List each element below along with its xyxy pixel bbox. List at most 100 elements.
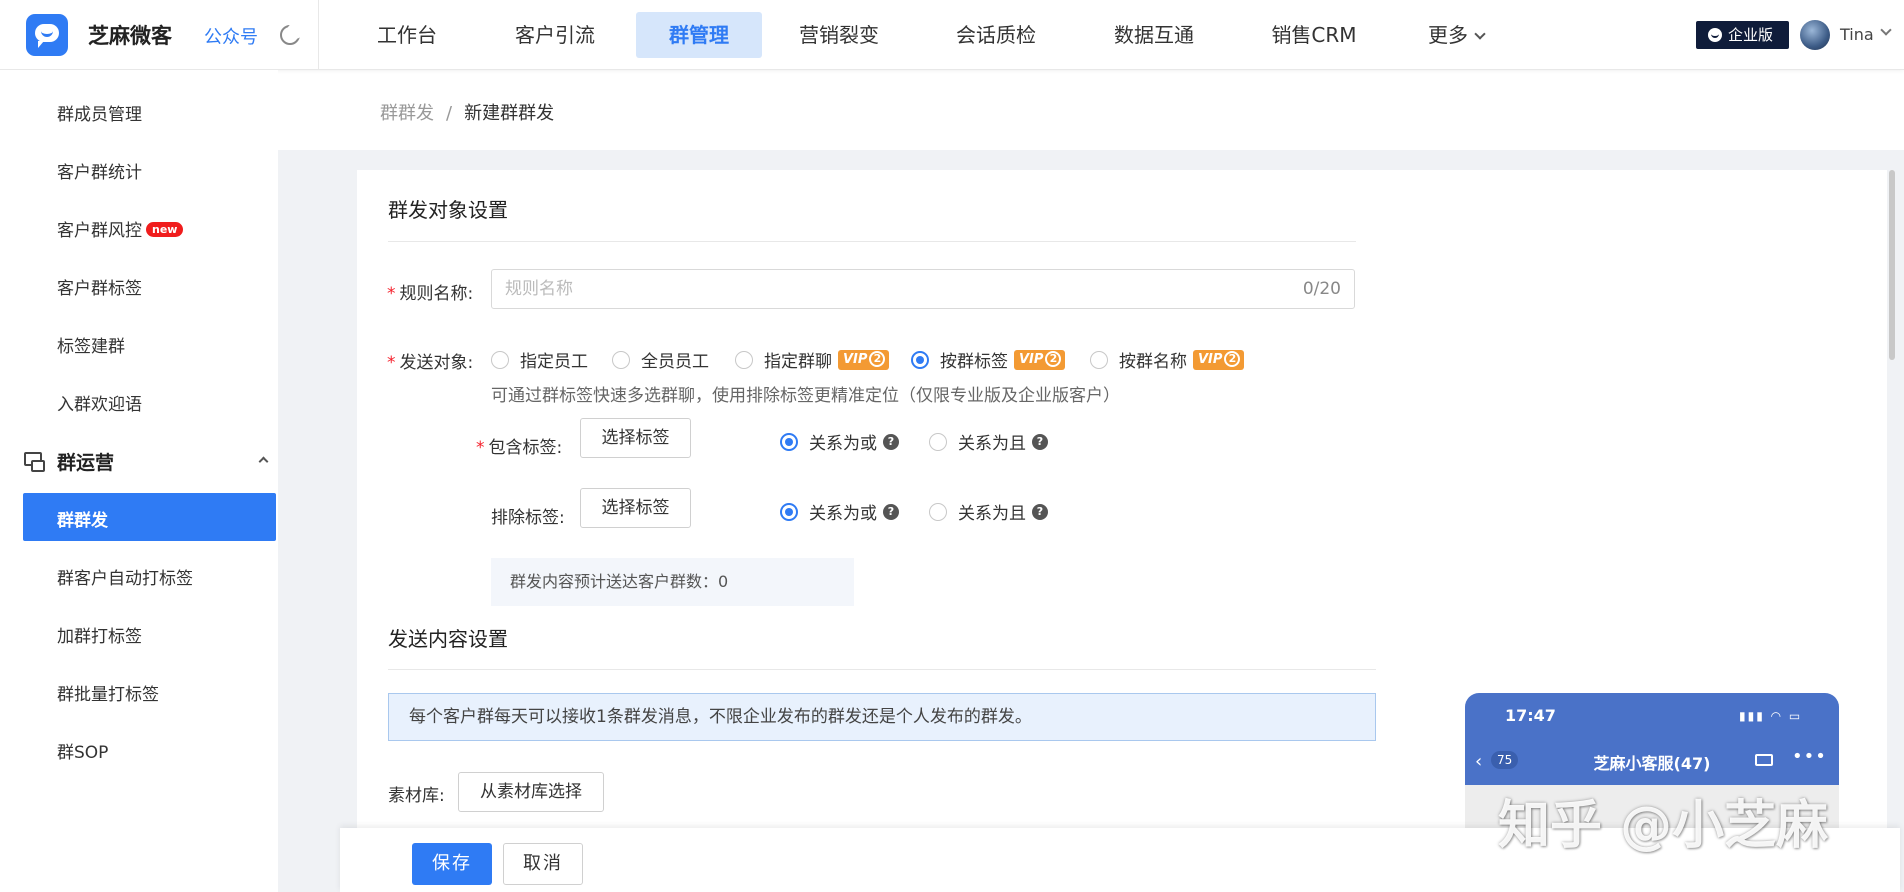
phone-status-icons: ▮▮▮ ◠ ▭	[1739, 709, 1803, 723]
material-select-button[interactable]: 从素材库选择	[458, 772, 604, 812]
vip-badge: VIP 2	[1193, 349, 1245, 370]
rule-name-input[interactable]: 规则名称 0/20	[491, 269, 1355, 309]
material-label: 素材库:	[388, 786, 445, 806]
question-icon[interactable]: ?	[1032, 503, 1048, 520]
divider	[388, 669, 1376, 670]
chevron-up-icon	[258, 456, 269, 467]
sidebar-item-group-members[interactable]: 群成员管理	[57, 100, 142, 125]
edition-badge[interactable]: 企业版	[1696, 21, 1789, 49]
sidebar-item-label: 群群发	[57, 511, 108, 531]
edition-badge-label: 企业版	[1728, 26, 1774, 44]
breadcrumb-current: 新建群群发	[464, 103, 555, 124]
radio-button[interactable]	[1090, 350, 1108, 369]
top-bar: 芝麻微客 公众号 工作台 客户引流 群管理 营销裂变 会话质检 数据互通 销售C…	[0, 0, 1904, 70]
option-label: 全员员工	[641, 352, 709, 372]
sidebar-item-group-tags[interactable]: 客户群标签	[57, 274, 142, 299]
include-select-tag-button[interactable]: 选择标签	[580, 418, 691, 458]
phone-time: 17:47	[1505, 706, 1556, 725]
target-option-by-group-tag[interactable]: 按群标签 VIP 2	[911, 347, 1066, 372]
breadcrumb-parent[interactable]: 群群发	[380, 103, 434, 124]
nav-group-management[interactable]: 群管理	[636, 12, 762, 58]
sidebar-group-label: 群运营	[57, 452, 115, 474]
watermark: 知乎 @小芝麻	[1498, 796, 1829, 856]
radio-button-selected[interactable]	[780, 502, 798, 521]
vip-badge: VIP 2	[1014, 349, 1066, 370]
dark-mode-moon-icon[interactable]	[280, 23, 303, 45]
sidebar-item-auto-tag[interactable]: 群客户自动打标签	[57, 564, 193, 589]
sidebar-item-tag-build-group[interactable]: 标签建群	[57, 332, 125, 357]
sidebar-item-welcome-message[interactable]: 入群欢迎语	[57, 390, 142, 415]
sidebar-item-join-tag[interactable]: 加群打标签	[57, 622, 142, 647]
sidebar-group-operations[interactable]: 群运营	[24, 448, 274, 474]
option-label: 指定群聊	[764, 352, 832, 372]
divider	[318, 0, 319, 70]
question-icon[interactable]: ?	[883, 433, 899, 450]
radio-button-selected[interactable]	[780, 432, 798, 451]
chat-title: 芝麻小客服(47)	[1593, 754, 1711, 773]
notice-banner: 每个客户群每天可以接收1条群发消息，不限企业发布的群发还是个人发布的群发。	[388, 693, 1376, 741]
nav-more-label: 更多	[1428, 23, 1468, 47]
include-relation-or[interactable]: 关系为或?	[780, 429, 899, 454]
exclude-relation-and[interactable]: 关系为且?	[929, 499, 1048, 524]
more-dots-icon: •••	[1792, 746, 1827, 767]
new-badge: new	[146, 222, 184, 237]
option-label: 关系为或	[809, 504, 877, 524]
exclude-relation-or[interactable]: 关系为或?	[780, 499, 899, 524]
section-title-content: 发送内容设置	[388, 627, 508, 651]
sidebar-item-group-risk[interactable]: 客户群风控 new	[57, 216, 184, 241]
include-relation-and[interactable]: 关系为且?	[929, 429, 1048, 454]
question-icon[interactable]: ?	[1032, 433, 1048, 450]
option-label: 关系为或	[809, 434, 877, 454]
cancel-button[interactable]: 取消	[503, 843, 583, 885]
sidebar-item-batch-tag[interactable]: 群批量打标签	[57, 680, 159, 705]
char-counter: 0/20	[1302, 279, 1341, 299]
target-option-by-group-name[interactable]: 按群名称 VIP 2	[1090, 347, 1245, 372]
breadcrumb-separator: /	[446, 103, 453, 124]
vip-badge: VIP 2	[838, 349, 890, 370]
sidebar-item-group-sop[interactable]: 群SOP	[57, 738, 108, 763]
target-hint: 可通过群标签快速多选群聊，使用排除标签更精准定位（仅限专业版及企业版客户）	[491, 386, 1120, 406]
nav-session-qc[interactable]: 会话质检	[916, 12, 1076, 58]
radio-button-selected[interactable]	[911, 350, 929, 369]
exclude-select-tag-button[interactable]: 选择标签	[580, 488, 691, 528]
nav-customer-acquisition[interactable]: 客户引流	[474, 12, 636, 58]
brand-name: 芝麻微客	[88, 24, 172, 48]
option-label: 指定员工	[520, 352, 588, 372]
radio-button[interactable]	[612, 350, 630, 369]
official-account-link[interactable]: 公众号	[204, 23, 258, 49]
option-label: 按群标签	[940, 352, 1008, 372]
chevron-down-icon[interactable]	[1880, 24, 1892, 36]
user-avatar[interactable]	[1800, 20, 1830, 50]
radio-button[interactable]	[929, 432, 947, 451]
target-option-all-staff[interactable]: 全员员工	[612, 347, 709, 372]
radio-button[interactable]	[491, 350, 509, 369]
question-icon[interactable]: ?	[883, 503, 899, 520]
divider	[388, 241, 1356, 242]
nav-more[interactable]: 更多	[1396, 12, 1516, 58]
option-label: 关系为且	[958, 504, 1026, 524]
target-label: * 发送对象:	[387, 353, 474, 373]
nav-data-sync[interactable]: 数据互通	[1076, 12, 1232, 58]
target-option-specified-groups[interactable]: 指定群聊 VIP 2	[735, 347, 890, 372]
rule-name-label: * 规则名称:	[387, 284, 474, 304]
chat-bubble-icon	[1708, 28, 1722, 42]
breadcrumb: 群群发 / 新建群群发	[380, 99, 554, 125]
phone-chat-header: ‹ 75 芝麻小客服(47) •••	[1465, 735, 1839, 785]
option-label: 关系为且	[958, 434, 1026, 454]
section-title-target: 群发对象设置	[388, 198, 508, 222]
brand-logo-icon[interactable]	[26, 14, 68, 56]
video-call-icon	[1755, 754, 1773, 766]
radio-button[interactable]	[735, 350, 753, 369]
scrollbar[interactable]	[1889, 170, 1895, 360]
save-button[interactable]: 保存	[412, 843, 492, 885]
exclude-tags-label: 排除标签:	[491, 508, 565, 528]
radio-button[interactable]	[929, 502, 947, 521]
nav-sales-crm[interactable]: 销售CRM	[1232, 12, 1396, 58]
include-tags-label: * 包含标签:	[476, 438, 563, 458]
username[interactable]: Tina	[1840, 25, 1874, 44]
target-option-specified-staff[interactable]: 指定员工	[491, 347, 588, 372]
nav-workbench[interactable]: 工作台	[340, 12, 474, 58]
sidebar-item-group-broadcast[interactable]: 群群发	[23, 493, 276, 541]
sidebar-item-group-stats[interactable]: 客户群统计	[57, 158, 142, 183]
nav-marketing-fission[interactable]: 营销裂变	[762, 12, 916, 58]
